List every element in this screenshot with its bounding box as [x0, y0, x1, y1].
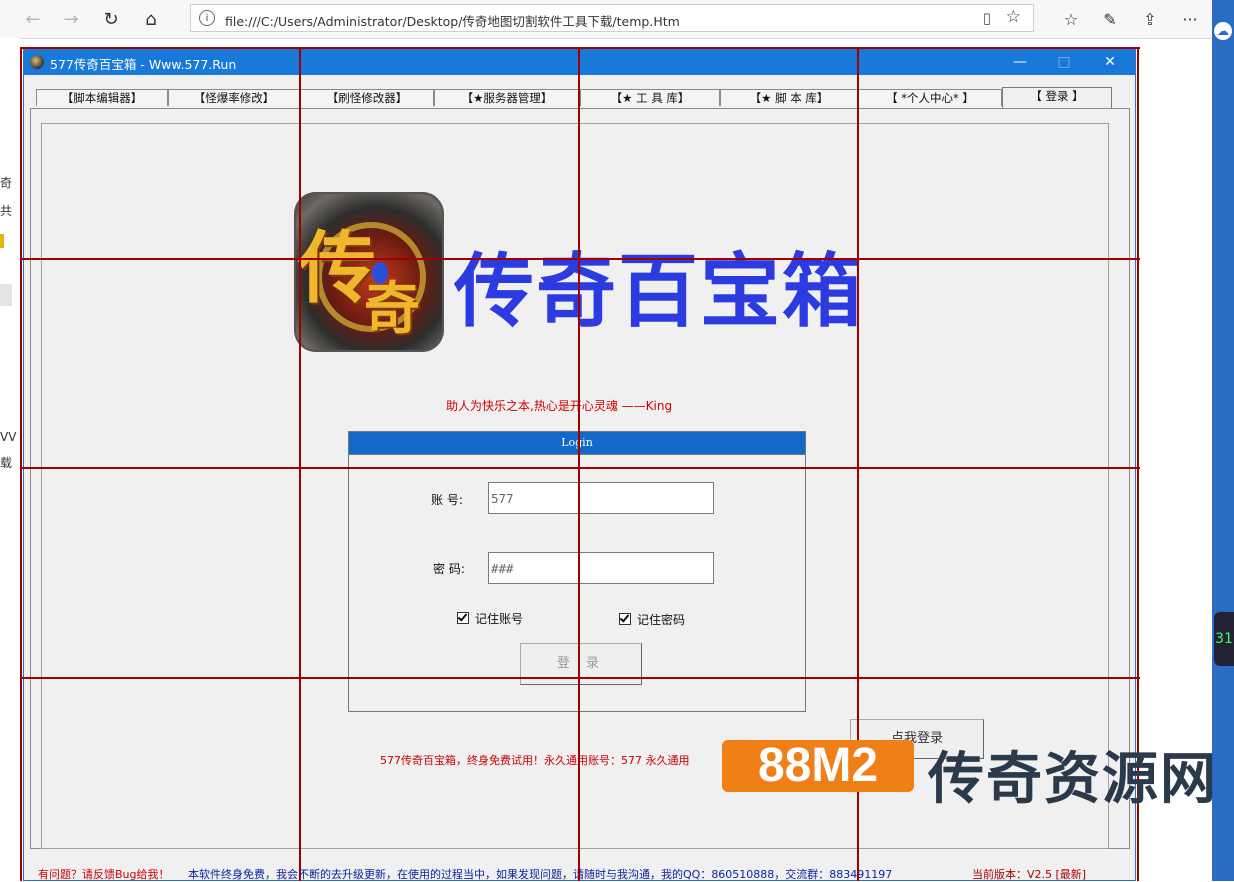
login-box: Login 账 号: 577 密 码: ### 记住账号 记住密码 登 录 [348, 431, 806, 712]
window-title: 577传奇百宝箱 - Www.577.Run [50, 57, 237, 72]
brand-title: 传奇百宝箱 [454, 245, 864, 338]
checkbox-checked-icon[interactable] [619, 613, 631, 625]
status-bar: 有问题？请反馈Bug给我！ 本软件终身免费，我会不断的去升级更新，在使用的过程当… [38, 864, 1128, 882]
guide-line [20, 677, 1140, 679]
edge-text: 奇 [0, 176, 13, 190]
home-icon[interactable]: ⌂ [138, 6, 164, 32]
remember-account-checkbox[interactable]: 记住账号 [457, 610, 523, 627]
watermark-text: 传奇资源网 [928, 747, 1218, 812]
close-button[interactable]: ✕ [1090, 51, 1130, 73]
edge-marker [0, 234, 4, 248]
tab-script-editor[interactable]: 【脚本编辑器】 [36, 89, 168, 106]
tab-personal-center[interactable]: 【 *个人中心* 】 [858, 89, 1002, 106]
account-input[interactable]: 577 [488, 482, 714, 514]
guide-line [20, 47, 1140, 49]
remember-password-checkbox[interactable]: 记住密码 [619, 611, 685, 628]
browser-toolbar: ← → ↻ ⌂ i file:///C:/Users/Administrator… [0, 0, 1212, 39]
forward-icon[interactable]: → [58, 6, 84, 32]
remember-password-label: 记住密码 [637, 613, 686, 627]
password-label: 密 码: [433, 562, 465, 576]
app-icon [30, 55, 44, 69]
edge-text: 共 [0, 204, 13, 218]
feedback-link[interactable]: 有问题？请反馈Bug给我！ [38, 866, 170, 882]
version-label: 当前版本：V2.5 [最新] [972, 868, 1087, 881]
pen-icon[interactable]: ✎ [1097, 6, 1123, 32]
edge-block [0, 284, 12, 306]
edge-text: ⅤⅤ [0, 430, 17, 444]
favorites-icon[interactable]: ☆ [1058, 6, 1084, 32]
share-icon[interactable]: ⇪ [1137, 6, 1163, 32]
tab-drop-rate[interactable]: 【怪爆率修改】 [168, 89, 300, 106]
guide-line [20, 47, 22, 881]
guide-line [20, 258, 1140, 260]
info-icon[interactable]: i [199, 10, 215, 26]
slogan-text: 助人为快乐之本,热心是开心灵魂 ——King [446, 399, 673, 413]
password-input[interactable]: ### [488, 552, 714, 584]
logo-glyph: 奇 [364, 276, 420, 342]
desktop-widget: 31 [1214, 612, 1234, 666]
background-page-edge: 奇 共 ⅤⅤ 载 [0, 38, 20, 881]
tab-script-library[interactable]: 【★ 脚 本 库】 [720, 89, 858, 106]
tab-login[interactable]: 【 登录 】 [1002, 87, 1112, 108]
cloud-icon[interactable]: ☁ [1214, 22, 1232, 40]
minimize-button[interactable]: — [1000, 51, 1040, 73]
login-header: Login [349, 432, 805, 455]
guide-line [299, 47, 301, 881]
tab-toolbox[interactable]: 【★ 工 具 库】 [580, 89, 720, 106]
tab-server-manager[interactable]: 【★服务器管理】 [434, 89, 580, 106]
guide-line [20, 467, 1140, 469]
maximize-button[interactable]: □ [1044, 51, 1084, 73]
game-logo: 传 奇 [294, 192, 444, 352]
tab-spawn-editor[interactable]: 【刷怪修改器】 [300, 89, 434, 106]
address-bar[interactable]: i file:///C:/Users/Administrator/Desktop… [190, 4, 1034, 32]
watermark-badge: 88M2 [722, 740, 914, 792]
edge-text: 载 [0, 456, 13, 470]
account-label: 账 号: [431, 493, 463, 507]
refresh-icon[interactable]: ↻ [98, 6, 124, 32]
checkbox-checked-icon[interactable] [457, 612, 469, 624]
tab-bar: 【脚本编辑器】 【怪爆率修改】 【刷怪修改器】 【★服务器管理】 【★ 工 具 … [36, 87, 1136, 109]
back-icon[interactable]: ← [20, 6, 46, 32]
remember-account-label: 记住账号 [475, 612, 524, 626]
address-url[interactable]: file:///C:/Users/Administrator/Desktop/传… [225, 11, 680, 30]
status-message: 本软件终身免费，我会不断的去升级更新，在使用的过程当中，如果发现问题，请随时与我… [188, 868, 893, 881]
guide-line [578, 47, 580, 881]
more-icon[interactable]: ··· [1177, 6, 1203, 32]
favorite-star-icon[interactable]: ☆ [1006, 7, 1021, 27]
reading-view-icon[interactable]: ▯ [983, 9, 991, 27]
free-trial-note: 577传奇百宝箱，终身免费试用！永久通用账号：577 永久通用 [380, 754, 690, 767]
